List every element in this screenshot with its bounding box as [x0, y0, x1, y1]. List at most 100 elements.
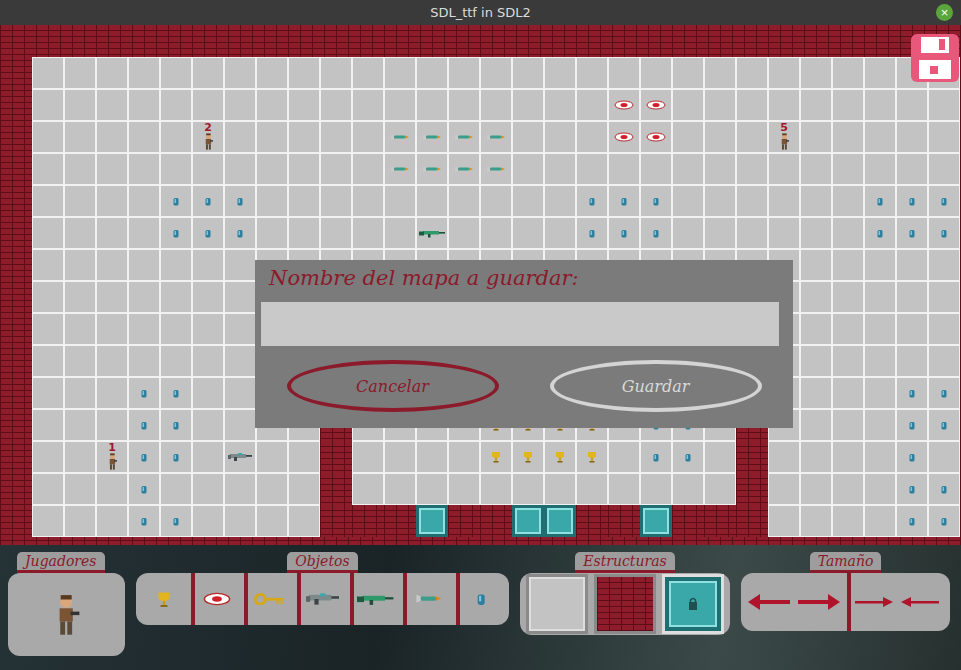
floor-cell[interactable] [288, 121, 320, 153]
floor-cell[interactable] [736, 89, 768, 121]
floor-cell[interactable] [864, 345, 896, 377]
floor-cell[interactable] [128, 217, 160, 249]
floor-cell[interactable] [608, 89, 640, 121]
wall-cell[interactable] [736, 505, 768, 537]
wall-cell[interactable] [448, 505, 480, 537]
floor-cell[interactable] [224, 313, 256, 345]
floor-cell[interactable] [32, 185, 64, 217]
floor-cell[interactable] [32, 473, 64, 505]
floor-cell[interactable] [800, 441, 832, 473]
floor-cell[interactable] [96, 249, 128, 281]
floor-cell[interactable] [128, 57, 160, 89]
floor-cell[interactable] [256, 89, 288, 121]
floor-cell[interactable] [928, 89, 960, 121]
floor-cell[interactable] [224, 217, 256, 249]
floor-cell[interactable] [672, 89, 704, 121]
floor-cell[interactable] [832, 57, 864, 89]
floor-cell[interactable] [384, 441, 416, 473]
floor-cell[interactable] [544, 217, 576, 249]
floor-cell[interactable] [928, 185, 960, 217]
floor-cell[interactable] [800, 217, 832, 249]
floor-cell[interactable] [160, 313, 192, 345]
floor-cell[interactable] [64, 121, 96, 153]
floor-cell[interactable] [768, 441, 800, 473]
floor-cell[interactable] [800, 313, 832, 345]
floor-cell[interactable] [608, 57, 640, 89]
wall-cell[interactable] [736, 441, 768, 473]
floor-cell[interactable] [224, 185, 256, 217]
floor-cell[interactable] [160, 409, 192, 441]
floor-cell[interactable] [480, 185, 512, 217]
bullet-tool[interactable] [456, 573, 503, 625]
key-tool[interactable] [244, 573, 291, 625]
floor-cell[interactable] [480, 153, 512, 185]
wall-cell[interactable] [576, 505, 608, 537]
floor-cell[interactable] [832, 217, 864, 249]
floor-cell[interactable] [704, 153, 736, 185]
floor-cell[interactable] [480, 473, 512, 505]
floor-cell[interactable] [640, 153, 672, 185]
floor-cell[interactable] [864, 153, 896, 185]
floor-cell[interactable] [160, 153, 192, 185]
floor-cell[interactable] [544, 473, 576, 505]
floor-cell[interactable] [288, 505, 320, 537]
floor-cell[interactable] [864, 121, 896, 153]
floor-cell[interactable] [736, 185, 768, 217]
floor-cell[interactable] [96, 505, 128, 537]
floor-tile[interactable] [526, 574, 588, 634]
floor-cell[interactable] [768, 57, 800, 89]
floor-cell[interactable] [256, 185, 288, 217]
floor-cell[interactable] [576, 121, 608, 153]
door-tile[interactable] [662, 574, 724, 634]
floor-cell[interactable] [832, 473, 864, 505]
floor-cell[interactable] [224, 57, 256, 89]
floor-cell[interactable] [768, 217, 800, 249]
floor-cell[interactable] [192, 345, 224, 377]
floor-cell[interactable] [256, 121, 288, 153]
floor-cell[interactable] [352, 121, 384, 153]
floor-cell[interactable] [512, 153, 544, 185]
floor-cell[interactable] [128, 185, 160, 217]
expand-tool[interactable] [747, 573, 841, 631]
floor-cell[interactable] [224, 153, 256, 185]
floor-cell[interactable] [896, 473, 928, 505]
floor-cell[interactable] [384, 185, 416, 217]
floor-cell[interactable] [512, 473, 544, 505]
floor-cell[interactable] [352, 441, 384, 473]
floor-cell[interactable] [256, 57, 288, 89]
floor-cell[interactable] [128, 473, 160, 505]
floor-cell[interactable] [416, 473, 448, 505]
floor-cell[interactable] [256, 153, 288, 185]
floor-cell[interactable] [64, 217, 96, 249]
floor-cell[interactable] [320, 57, 352, 89]
floor-cell[interactable] [128, 313, 160, 345]
floor-cell[interactable] [928, 217, 960, 249]
floor-cell[interactable] [192, 89, 224, 121]
floor-cell[interactable] [768, 153, 800, 185]
floor-cell[interactable] [608, 153, 640, 185]
floor-cell[interactable] [736, 121, 768, 153]
map-name-input[interactable] [261, 302, 779, 346]
floor-cell[interactable] [160, 441, 192, 473]
floor-cell[interactable] [192, 313, 224, 345]
floor-cell[interactable] [96, 345, 128, 377]
shrink-tool[interactable] [847, 573, 945, 631]
floor-cell[interactable] [896, 313, 928, 345]
floor-cell[interactable] [672, 217, 704, 249]
floor-cell[interactable] [768, 473, 800, 505]
floor-cell[interactable] [832, 121, 864, 153]
floor-cell[interactable] [192, 473, 224, 505]
floor-cell[interactable] [896, 505, 928, 537]
floor-cell[interactable] [928, 409, 960, 441]
floor-cell[interactable] [928, 441, 960, 473]
floor-cell[interactable] [352, 185, 384, 217]
floor-cell[interactable] [640, 121, 672, 153]
floor-cell[interactable] [256, 441, 288, 473]
door-cell[interactable] [512, 505, 544, 537]
wall-cell[interactable] [672, 505, 704, 537]
player-marker[interactable]: 5 [779, 123, 790, 150]
floor-cell[interactable] [384, 89, 416, 121]
floor-cell[interactable] [160, 89, 192, 121]
floor-cell[interactable] [96, 313, 128, 345]
floor-cell[interactable] [64, 441, 96, 473]
